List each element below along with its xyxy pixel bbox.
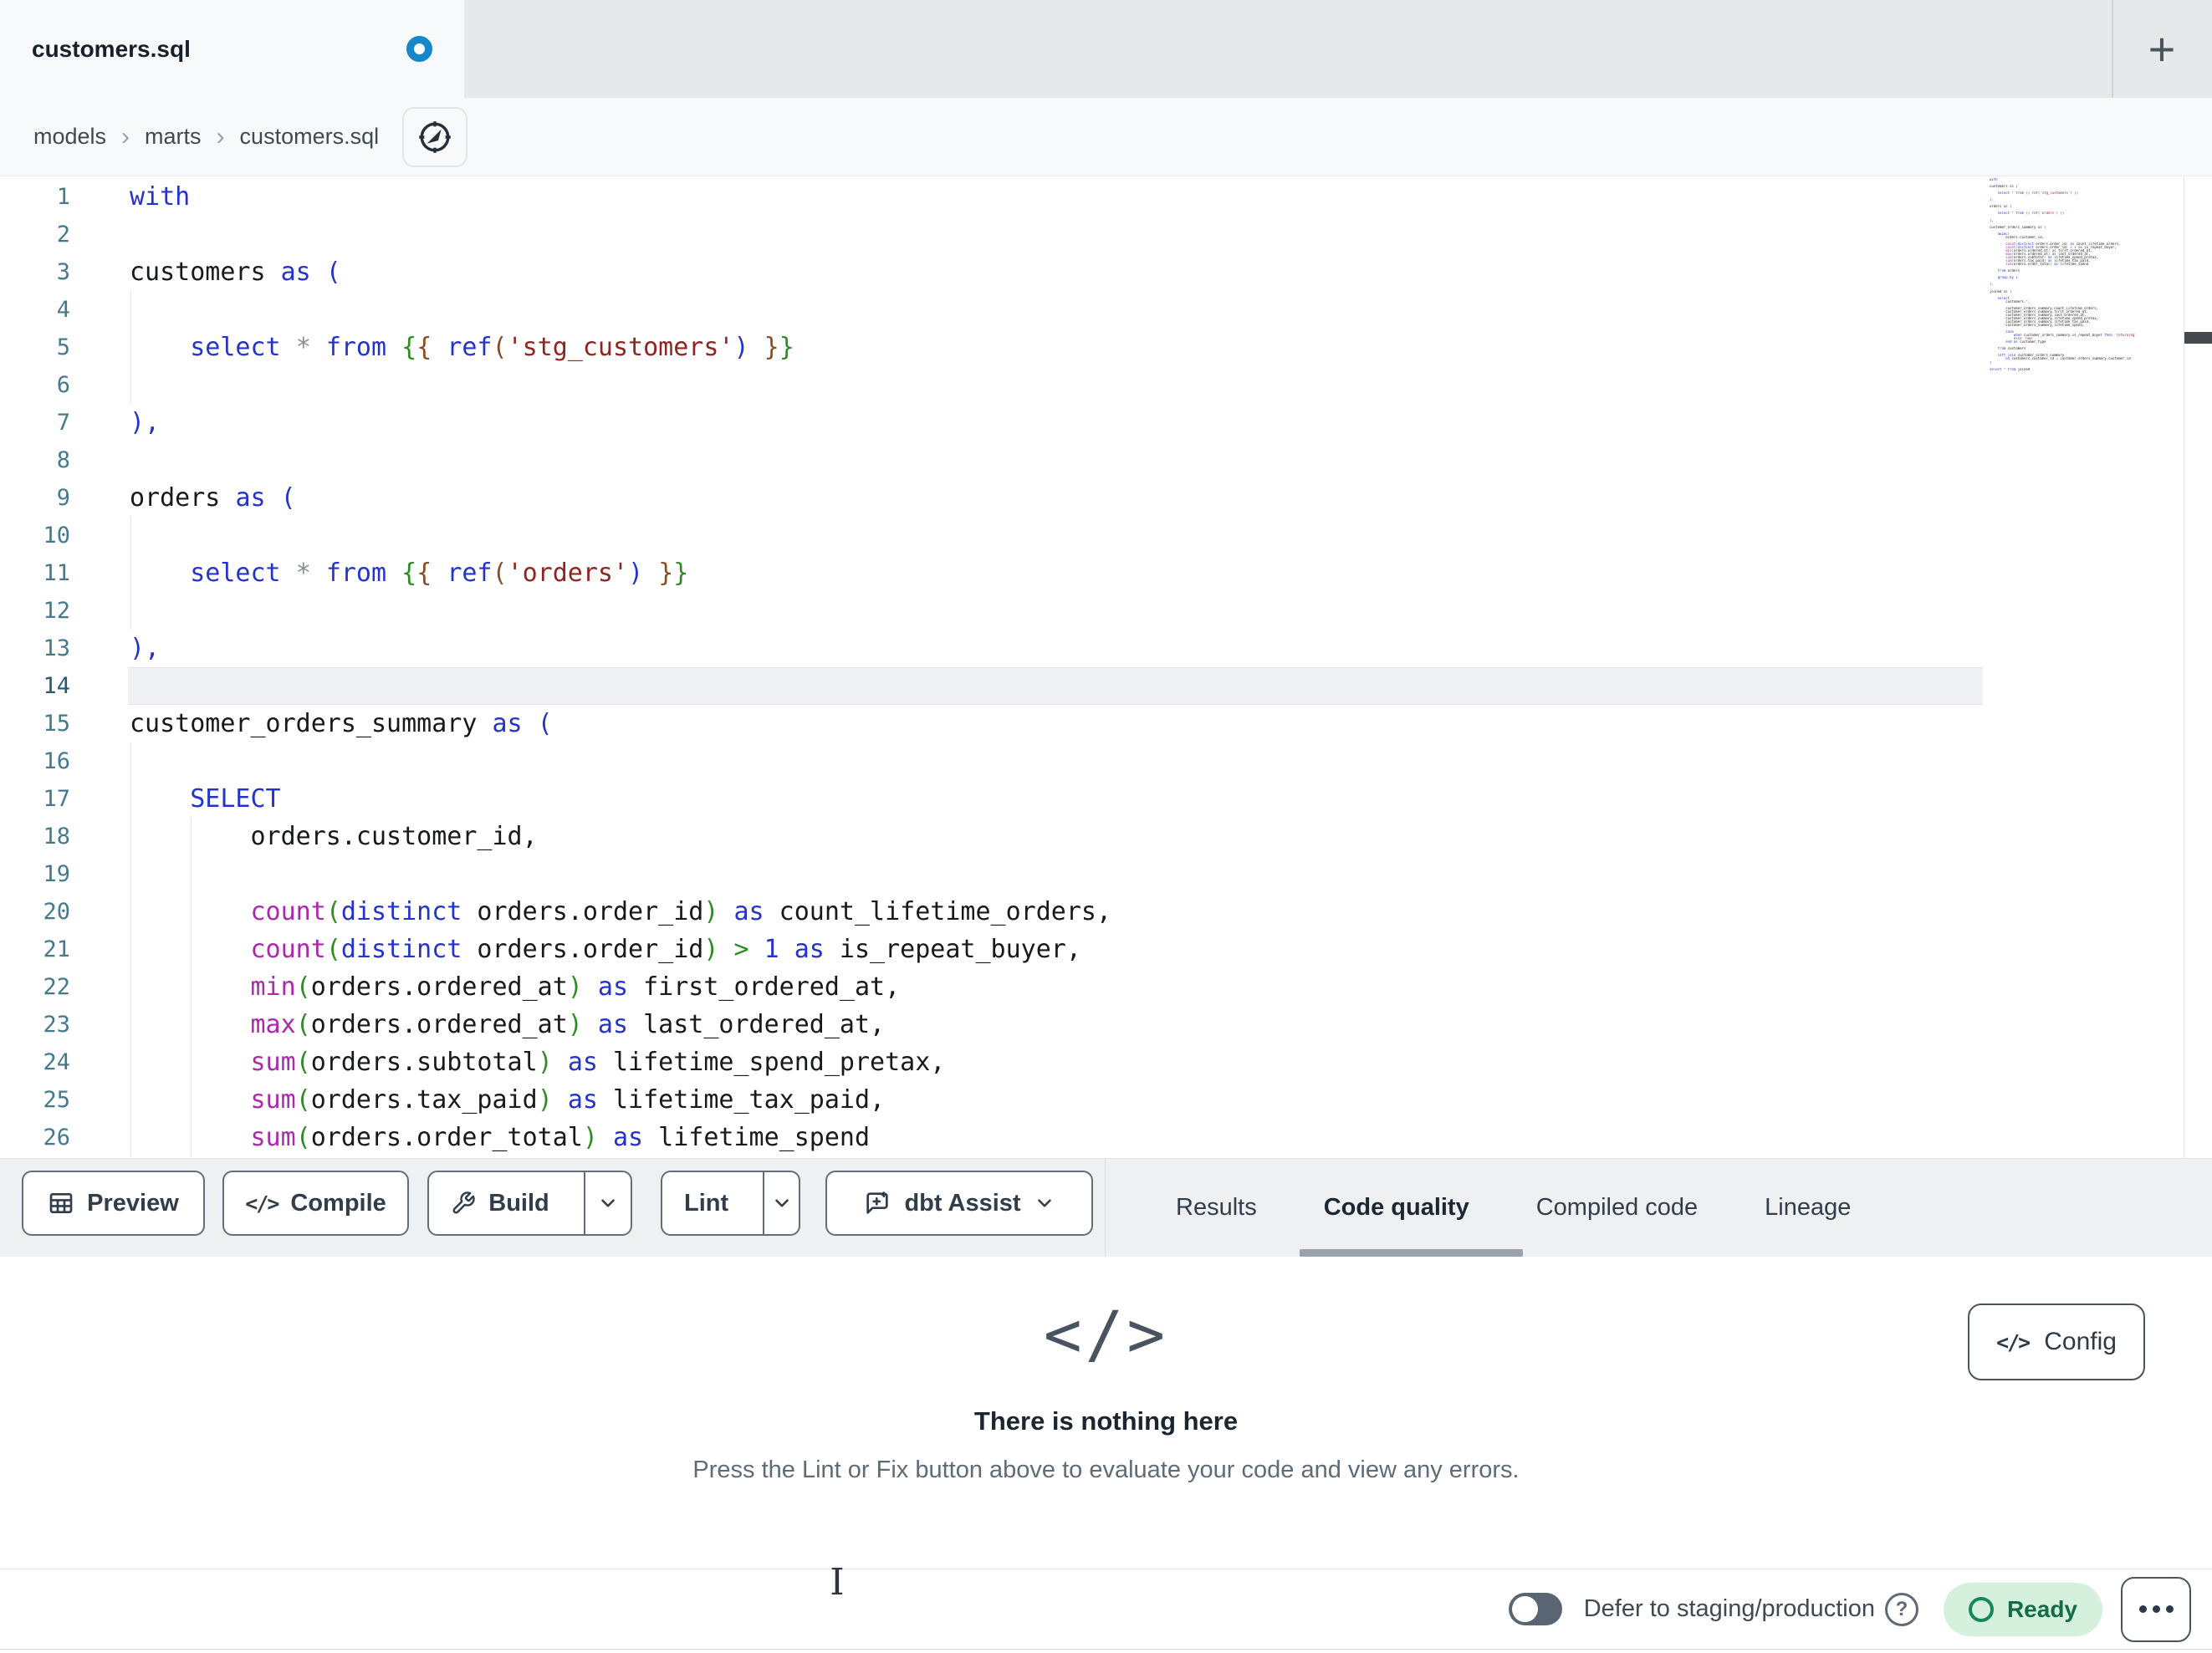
toolbar-pane-divider bbox=[1105, 1159, 1106, 1257]
new-tab-button[interactable]: + bbox=[2124, 0, 2199, 98]
status-circle-icon bbox=[1968, 1596, 1994, 1622]
ide-window: customers.sql + models › marts › custome… bbox=[0, 0, 2212, 1653]
build-button-label: Build bbox=[488, 1189, 549, 1217]
code-quality-panel: </> There is nothing here Press the Lint… bbox=[0, 1257, 2212, 1569]
text-cursor-pointer: I bbox=[830, 1561, 845, 1604]
breadcrumb-models[interactable]: models bbox=[33, 124, 106, 150]
plus-icon: + bbox=[2148, 23, 2176, 75]
build-dropdown-button[interactable] bbox=[584, 1172, 631, 1234]
help-icon[interactable]: ? bbox=[1884, 1592, 1918, 1626]
toggle-knob bbox=[1511, 1596, 1538, 1622]
tab-results[interactable]: Results bbox=[1176, 1194, 1257, 1222]
lint-dropdown-button[interactable] bbox=[763, 1172, 799, 1234]
chevron-down-icon bbox=[771, 1192, 793, 1214]
breadcrumb-chevron-icon: › bbox=[121, 122, 130, 151]
empty-state-description: Press the Lint or Fix button above to ev… bbox=[692, 1457, 1520, 1483]
dbt-assist-button-label: dbt Assist bbox=[904, 1189, 1021, 1217]
build-button[interactable]: Build bbox=[429, 1172, 571, 1234]
preview-button[interactable]: Preview bbox=[22, 1171, 205, 1236]
empty-state-title: There is nothing here bbox=[973, 1406, 1239, 1436]
status-label: Ready bbox=[2006, 1595, 2077, 1622]
editor-toolbar: Preview </> Compile Build Lint dbt Assis… bbox=[0, 1159, 2212, 1257]
lint-button[interactable]: Lint bbox=[662, 1172, 750, 1234]
file-tab-customers-sql[interactable]: customers.sql bbox=[0, 0, 464, 98]
preview-button-label: Preview bbox=[87, 1189, 179, 1217]
compile-button-label: Compile bbox=[290, 1189, 386, 1217]
chat-sparkle-icon bbox=[863, 1189, 891, 1217]
chevron-down-icon bbox=[1034, 1192, 1055, 1214]
breadcrumb-marts[interactable]: marts bbox=[145, 124, 202, 150]
chevron-down-icon bbox=[597, 1192, 619, 1214]
lint-split-button: Lint bbox=[661, 1171, 800, 1236]
active-tab-indicator bbox=[1300, 1249, 1523, 1257]
code-editor[interactable]: 1 2 3 4 5 6 7 8 9 10 11 12 13 14 15 16 17 18 19 20 21 22 23 24 2… bbox=[0, 176, 2212, 1159]
breadcrumb-chevron-icon: › bbox=[216, 122, 225, 151]
results-tab-bar: Results Code quality Compiled code Linea… bbox=[1176, 1159, 1851, 1257]
tab-strip: customers.sql + bbox=[0, 0, 2212, 98]
breadcrumb-row: models › marts › customers.sql bbox=[0, 98, 2212, 268]
defer-label: Defer to staging/production bbox=[1583, 1595, 1875, 1622]
status-badge: Ready bbox=[1943, 1582, 2102, 1636]
line-number-gutter: 1 2 3 4 5 6 7 8 9 10 11 12 13 14 15 16 17 18 19 20 21 22 23 24 2… bbox=[43, 184, 70, 1150]
config-button[interactable]: </> Config bbox=[1968, 1304, 2145, 1380]
lint-button-label: Lint bbox=[684, 1189, 729, 1217]
tabstrip-divider bbox=[2112, 0, 2113, 98]
minimap[interactable]: with customers as ( select * from {{ ref(… bbox=[1990, 178, 2179, 371]
table-icon bbox=[48, 1190, 74, 1217]
tab-compiled-code[interactable]: Compiled code bbox=[1536, 1194, 1698, 1222]
code-lines[interactable]: with customers as ( select * from {{ ref(… bbox=[128, 178, 1983, 1156]
ellipsis-icon bbox=[2138, 1605, 2147, 1613]
file-tab-title: customers.sql bbox=[32, 35, 191, 62]
status-bar: Defer to staging/production ? Ready bbox=[0, 1569, 2212, 1650]
code-brackets-icon: </> bbox=[1043, 1297, 1169, 1371]
editor-scrollbar-thumb[interactable] bbox=[2184, 332, 2212, 344]
code-brackets-icon: </> bbox=[245, 1191, 279, 1216]
defer-toggle[interactable] bbox=[1508, 1593, 1562, 1625]
wrench-icon bbox=[451, 1191, 476, 1216]
compass-icon bbox=[416, 118, 454, 156]
unsaved-changes-dot-icon bbox=[406, 36, 432, 62]
tab-lineage[interactable]: Lineage bbox=[1765, 1194, 1851, 1222]
explore-lineage-button[interactable] bbox=[402, 106, 468, 167]
build-split-button: Build bbox=[427, 1171, 632, 1236]
tab-code-quality[interactable]: Code quality bbox=[1324, 1194, 1469, 1222]
config-button-label: Config bbox=[2044, 1328, 2117, 1355]
dbt-assist-button[interactable]: dbt Assist bbox=[825, 1171, 1093, 1236]
compile-button[interactable]: </> Compile bbox=[222, 1171, 409, 1236]
more-options-button[interactable] bbox=[2121, 1576, 2191, 1642]
empty-state: </> There is nothing here Press the Lint… bbox=[0, 1297, 2212, 1484]
breadcrumb-file: customers.sql bbox=[239, 124, 380, 149]
code-brackets-icon: </> bbox=[1996, 1329, 2031, 1355]
